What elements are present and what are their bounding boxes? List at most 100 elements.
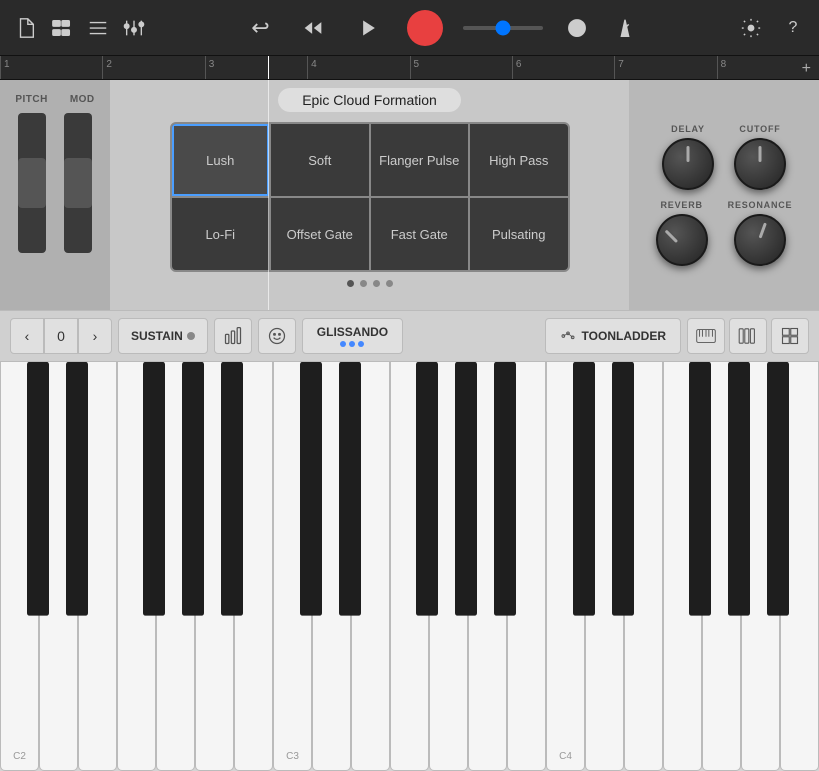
sustain-indicator: [187, 332, 195, 340]
c3-label: C3: [286, 751, 299, 762]
delay-knob[interactable]: [662, 138, 714, 190]
delay-label: DELAY: [671, 124, 705, 134]
patch-offset-gate[interactable]: Offset Gate: [271, 198, 369, 270]
ruler-mark-4: 4: [307, 56, 409, 79]
pitch-label: PITCH: [15, 94, 48, 105]
bottom-toolbar: ‹ 0 › SUSTAIN GLISSANDO: [0, 310, 819, 362]
metronome-icon[interactable]: [611, 14, 639, 42]
white-key-e2[interactable]: [78, 362, 117, 771]
sustain-button[interactable]: SUSTAIN: [118, 318, 208, 354]
play-button[interactable]: [351, 10, 387, 46]
tracks-icon[interactable]: [48, 14, 76, 42]
page-dot-3[interactable]: [373, 280, 380, 287]
speaker-icon: [563, 14, 591, 42]
pitch-slider[interactable]: [18, 113, 46, 253]
glissando-dots: [340, 341, 364, 347]
white-keys-row: C2 C3 C4: [0, 362, 819, 771]
chord-strips-button[interactable]: [729, 318, 767, 354]
page-dot-1[interactable]: [347, 280, 354, 287]
cutoff-label: CUTOFF: [739, 124, 780, 134]
patch-fast-gate[interactable]: Fast Gate: [371, 198, 469, 270]
patch-flanger-pulse[interactable]: Flanger Pulse: [371, 124, 469, 196]
patch-soft[interactable]: Soft: [271, 124, 369, 196]
octave-prev-button[interactable]: ‹: [10, 318, 44, 354]
white-key-d3[interactable]: [312, 362, 351, 771]
grid-view-button[interactable]: [771, 318, 809, 354]
white-key-a2[interactable]: [195, 362, 234, 771]
patches-area: Epic Cloud Formation Lush Soft Flanger P…: [110, 80, 629, 310]
reverb-label: REVERB: [660, 200, 702, 210]
page-dot-4[interactable]: [386, 280, 393, 287]
white-key-b4[interactable]: [780, 362, 819, 771]
piano-keyboard-area[interactable]: C2 C3 C4: [0, 362, 819, 771]
list-icon[interactable]: [84, 14, 112, 42]
rewind-button[interactable]: [295, 10, 331, 46]
c2-label: C2: [13, 751, 26, 762]
white-key-f3[interactable]: [390, 362, 429, 771]
toonladder-button[interactable]: TOONLADDER: [545, 318, 681, 354]
preset-name: Epic Cloud Formation: [278, 88, 461, 112]
help-icon[interactable]: ?: [779, 14, 807, 42]
white-key-b3[interactable]: [507, 362, 546, 771]
white-key-d4[interactable]: [585, 362, 624, 771]
white-key-a4[interactable]: [741, 362, 780, 771]
sustain-label: SUSTAIN: [131, 329, 183, 343]
file-icon[interactable]: [12, 14, 40, 42]
white-key-c4[interactable]: C4: [546, 362, 585, 771]
keyboard-view-button[interactable]: [687, 318, 725, 354]
ruler-mark-1: 1: [0, 56, 102, 79]
cutoff-knob-group: CUTOFF: [734, 124, 786, 190]
white-key-c2[interactable]: C2: [0, 362, 39, 771]
octave-next-button[interactable]: ›: [78, 318, 112, 354]
white-key-g2[interactable]: [156, 362, 195, 771]
undo-icon[interactable]: ↩: [247, 14, 275, 42]
mod-label: MOD: [70, 94, 95, 105]
record-button[interactable]: [407, 10, 443, 46]
ruler-mark-7: 7: [614, 56, 716, 79]
glissando-button[interactable]: GLISSANDO: [302, 318, 403, 354]
app-wrapper: ↩: [0, 0, 819, 771]
white-key-e4[interactable]: [624, 362, 663, 771]
knobs-top-row: DELAY CUTOFF: [641, 124, 807, 190]
white-key-b2[interactable]: [234, 362, 273, 771]
page-dot-2[interactable]: [360, 280, 367, 287]
page-indicator: [347, 280, 393, 287]
white-key-g3[interactable]: [429, 362, 468, 771]
white-key-g4[interactable]: [702, 362, 741, 771]
white-key-d2[interactable]: [39, 362, 78, 771]
patch-lush[interactable]: Lush: [172, 124, 270, 196]
white-key-a3[interactable]: [468, 362, 507, 771]
toolbar: ↩: [0, 0, 819, 56]
white-key-e3[interactable]: [351, 362, 390, 771]
white-key-f2[interactable]: [117, 362, 156, 771]
expression-button[interactable]: [258, 318, 296, 354]
patch-lo-fi[interactable]: Lo-Fi: [172, 198, 270, 270]
white-key-f4[interactable]: [663, 362, 702, 771]
mixer-icon[interactable]: [120, 14, 148, 42]
white-key-c3[interactable]: C3: [273, 362, 312, 771]
ruler-plus-button[interactable]: +: [802, 60, 811, 78]
glis-dot-2: [349, 341, 355, 347]
octave-value: 0: [44, 318, 78, 354]
patch-high-pass[interactable]: High Pass: [470, 124, 568, 196]
pitch-mod-labels: PITCH MOD: [15, 94, 94, 105]
instrument-area: PITCH MOD Epic Cloud Formation Lush Soft…: [0, 80, 819, 310]
ruler-mark-3: 3: [205, 56, 307, 79]
glissando-label: GLISSANDO: [317, 325, 388, 339]
volume-slider[interactable]: [463, 26, 543, 30]
pitch-slider-handle: [18, 158, 46, 208]
toolbar-center: ↩: [156, 10, 729, 46]
c4-label: C4: [559, 751, 572, 762]
mod-slider[interactable]: [64, 113, 92, 253]
patch-pulsating[interactable]: Pulsating: [470, 198, 568, 270]
knobs-bottom-row: REVERB RESONANCE: [641, 200, 807, 266]
settings-icon[interactable]: [737, 14, 765, 42]
toolbar-right: ?: [737, 14, 807, 42]
patch-grid: Lush Soft Flanger Pulse High Pass Lo-Fi …: [170, 122, 570, 272]
pitch-mod-sliders: [18, 113, 92, 253]
ruler-mark-6: 6: [512, 56, 614, 79]
arpeggiator-button[interactable]: [214, 318, 252, 354]
reverb-knob[interactable]: [656, 214, 708, 266]
cutoff-knob[interactable]: [734, 138, 786, 190]
resonance-knob[interactable]: [734, 214, 786, 266]
